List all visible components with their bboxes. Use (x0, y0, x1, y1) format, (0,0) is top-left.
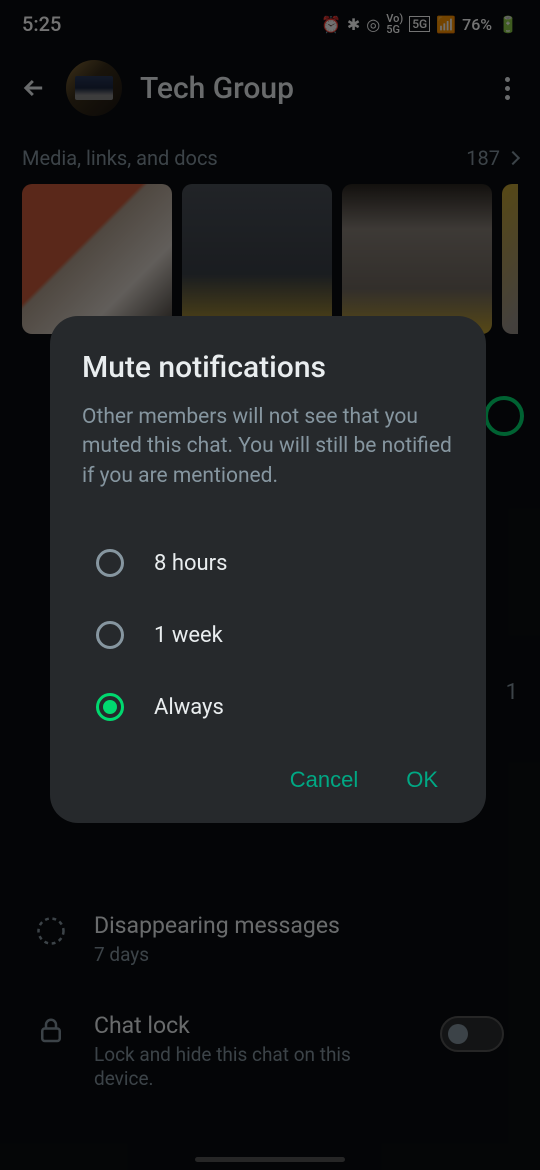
option-label: 1 week (154, 623, 223, 648)
radio-icon (96, 621, 124, 649)
ok-button[interactable]: OK (406, 767, 438, 793)
radio-icon (96, 549, 124, 577)
dialog-description: Other members will not see that you mute… (82, 403, 454, 491)
option-label: Always (154, 695, 224, 720)
mute-dialog: Mute notifications Other members will no… (50, 316, 486, 823)
dialog-actions: Cancel OK (82, 743, 454, 801)
radio-icon-selected (96, 693, 124, 721)
cancel-button[interactable]: Cancel (290, 767, 358, 793)
mute-option-8hours[interactable]: 8 hours (82, 527, 454, 599)
mute-option-always[interactable]: Always (82, 671, 454, 743)
mute-option-1week[interactable]: 1 week (82, 599, 454, 671)
option-label: 8 hours (154, 551, 227, 576)
dialog-title: Mute notifications (82, 350, 454, 385)
